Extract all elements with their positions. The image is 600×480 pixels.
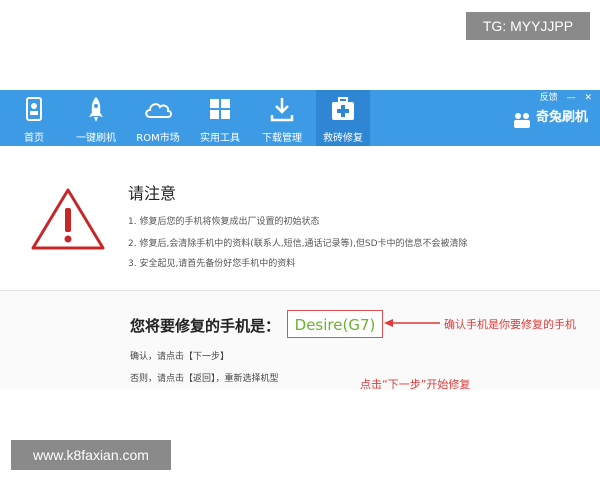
close-button[interactable]: ✕ (584, 93, 592, 103)
app-window: 首页 一键刷机 ROM市场 实用工具 下载管理 救砖修复 反馈 — ✕ 奇兔刷机… (0, 90, 600, 390)
tab-label: 首页 (24, 133, 44, 144)
next-note: 点击“下一步”开始修复 (360, 378, 471, 390)
repair-panel: 您将要修复的手机是： Desire(G7) 确认手机是你要修复的手机 确认，请点… (0, 291, 600, 390)
tab-brick-repair[interactable]: 救砖修复 (316, 90, 370, 146)
tab-one-key-flash[interactable]: 一键刷机 (66, 90, 126, 146)
brand-name: 奇兔刷机 (536, 110, 589, 125)
notice-line-1: 1. 修复后您的手机将恢复成出厂设置的初始状态 (128, 217, 320, 227)
notice-title: 请注意 (128, 184, 177, 203)
notice-panel: 请注意 1. 修复后您的手机将恢复成出厂设置的初始状态 2. 修复后,会清除手机… (0, 146, 600, 290)
tab-label: 下载管理 (262, 133, 302, 144)
confirm-hint: 确认，请点击【下一步】 (130, 352, 230, 362)
grid-icon (210, 99, 230, 119)
tab-utilities[interactable]: 实用工具 (192, 90, 248, 146)
download-icon (270, 98, 294, 122)
rocket-icon (89, 97, 103, 122)
tab-label: 救砖修复 (323, 133, 363, 144)
warning-icon (31, 188, 105, 250)
phone-model-box: Desire(G7) (287, 310, 383, 338)
confirm-note: 确认手机是你要修复的手机 (444, 318, 576, 331)
tab-rom-market[interactable]: ROM市场 (130, 90, 186, 146)
tab-label: ROM市场 (136, 133, 180, 144)
minimize-button[interactable]: — (567, 93, 576, 103)
annotation-arrow (384, 319, 440, 327)
notice-line-3: 3. 安全起见,请首先备份好您手机中的资料 (128, 259, 296, 269)
tab-home[interactable]: 首页 (8, 90, 60, 146)
tab-label: 一键刷机 (76, 133, 116, 144)
home-icon (26, 97, 42, 121)
notice-line-2: 2. 修复后,会清除手机中的资料(联系人,短信,通话记录等),但SD卡中的信息不… (128, 239, 468, 249)
brand-logo-icon (514, 113, 530, 128)
watermark-bottom: www.k8faxian.com (11, 440, 171, 470)
tab-label: 实用工具 (200, 133, 240, 144)
feedback-button[interactable]: 反馈 (540, 93, 558, 103)
toolbar: 首页 一键刷机 ROM市场 实用工具 下载管理 救砖修复 反馈 — ✕ 奇兔刷机 (0, 90, 600, 146)
tab-download-manager[interactable]: 下载管理 (254, 90, 310, 146)
window-controls: 反馈 — ✕ (534, 90, 592, 103)
repair-question: 您将要修复的手机是： (130, 317, 281, 335)
back-hint: 否则，请点击【返回】，重新选择机型 (130, 374, 279, 384)
watermark-top: TG: MYYJJPP (466, 12, 590, 40)
medkit-icon (332, 97, 354, 120)
cloud-icon (145, 103, 172, 118)
